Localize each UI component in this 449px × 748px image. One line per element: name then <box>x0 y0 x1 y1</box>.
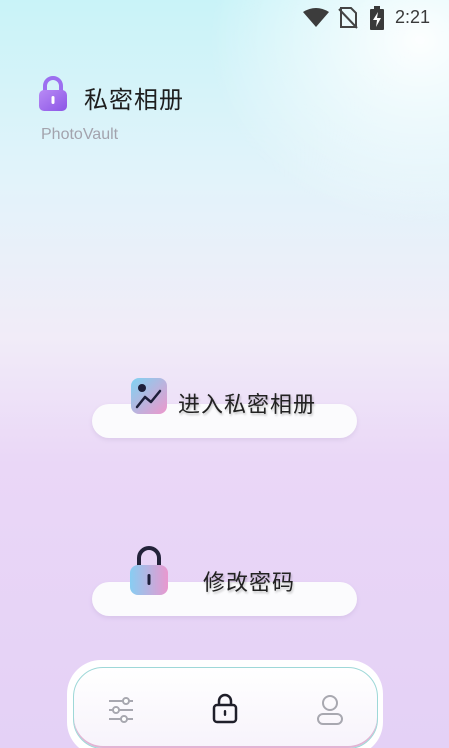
no-sim-icon <box>338 7 358 29</box>
settings-sliders-icon[interactable] <box>107 696 135 724</box>
padlock-icon <box>130 546 168 595</box>
lock-icon <box>39 76 67 111</box>
wifi-icon <box>303 8 329 27</box>
change-password-label: 修改密码 <box>203 571 296 596</box>
battery-charging-icon <box>370 6 384 30</box>
enter-album-label: 进入私密相册 <box>178 393 317 418</box>
profile-icon[interactable] <box>315 694 345 726</box>
status-time: 2:21 <box>395 7 431 27</box>
app-title: 私密相册 <box>84 86 184 114</box>
app-subtitle: PhotoVault <box>41 126 119 143</box>
gallery-icon <box>131 378 167 414</box>
lock-nav-icon[interactable] <box>211 692 239 724</box>
status-bar: 2:21 <box>0 0 449 36</box>
